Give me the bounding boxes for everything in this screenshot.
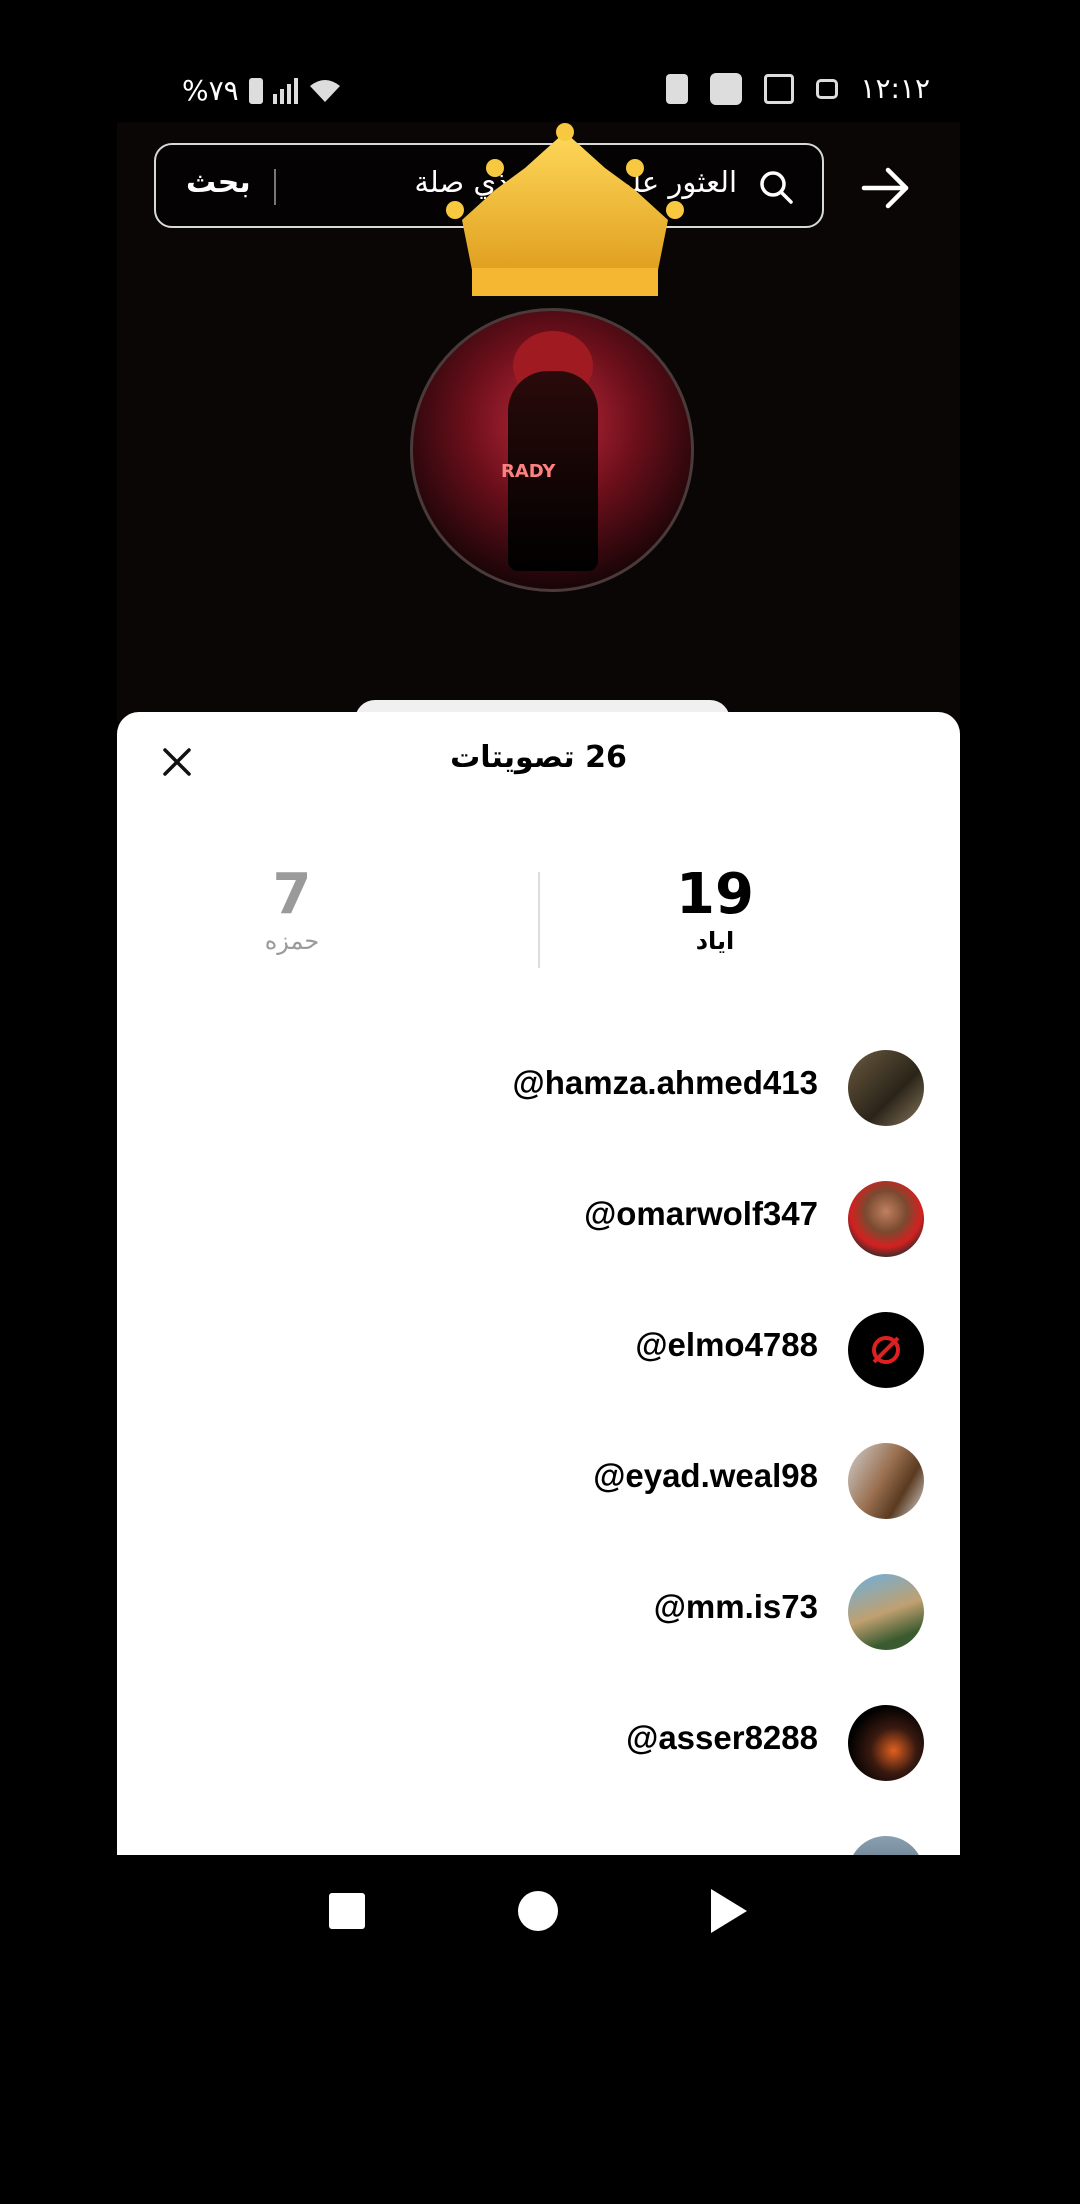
list-item[interactable]: @mm.is73 <box>117 1566 960 1656</box>
voter-handle: @elmo4788 <box>635 1326 818 1363</box>
avatar-logo-icon <box>872 1336 900 1364</box>
tally-count: 19 <box>676 862 754 927</box>
alarm-icon <box>816 78 839 99</box>
profile-avatar[interactable]: RADY <box>410 308 694 592</box>
voter-handle: @omarwolf347 <box>584 1195 818 1232</box>
list-item[interactable]: @asser8288 <box>117 1697 960 1787</box>
signal-icon <box>272 77 298 104</box>
list-item[interactable]: @omarwolf347 <box>117 1173 960 1263</box>
wifi-icon <box>309 79 340 102</box>
recents-icon[interactable] <box>329 1893 365 1929</box>
search-icon <box>760 171 793 204</box>
status-bar: %٧٩ ١٢:١٢ <box>117 62 960 122</box>
voter-handle: @mm.is73 <box>653 1588 818 1625</box>
tally-option-2[interactable]: 7 حمزه <box>142 862 442 955</box>
tally-name: اياد <box>695 927 735 955</box>
avatar <box>848 1574 924 1650</box>
search-button[interactable]: بحث <box>186 165 251 200</box>
avatar <box>848 1705 924 1781</box>
search-divider <box>274 169 276 205</box>
avatar <box>848 1050 924 1126</box>
status-left: %٧٩ <box>182 74 342 107</box>
list-item[interactable]: @hamza.ahmed413 <box>117 1042 960 1132</box>
sim-icon <box>666 73 689 104</box>
tally-count: 7 <box>272 862 312 927</box>
status-right: ١٢:١٢ <box>666 72 930 105</box>
back-icon[interactable] <box>711 1889 747 1933</box>
copy-icon <box>764 73 795 104</box>
battery-icon <box>248 77 263 104</box>
voter-handle: @hamza.ahmed413 <box>512 1064 818 1101</box>
avatar-text: RADY <box>501 461 556 482</box>
avatar <box>848 1443 924 1519</box>
tally-divider <box>538 872 540 968</box>
voter-handle: @eyad.weal98 <box>593 1457 818 1494</box>
crown-icon <box>446 123 684 296</box>
tally-name: حمزه <box>264 927 320 955</box>
voter-handle: @asser8288 <box>626 1719 818 1756</box>
tally-option-1[interactable]: 19 اياد <box>565 862 865 955</box>
sheet-title: 26 تصويتات <box>450 740 627 775</box>
list-item[interactable]: @eyad.weal98 <box>117 1435 960 1525</box>
notification-icon <box>710 72 743 105</box>
votes-sheet: 26 تصويتات 19 اياد 7 حمزه @hamza.ahmed41… <box>117 712 960 1855</box>
avatar <box>848 1312 924 1388</box>
list-item[interactable] <box>117 1828 960 1855</box>
list-item[interactable]: @elmo4788 <box>117 1304 960 1394</box>
clock-time: ١٢:١٢ <box>860 72 930 105</box>
navigation-bar <box>117 1855 960 1970</box>
avatar <box>848 1836 924 1855</box>
arrow-forward-icon[interactable] <box>858 160 914 216</box>
battery-percent: %٧٩ <box>182 74 239 107</box>
home-icon[interactable] <box>518 1891 558 1931</box>
avatar <box>848 1181 924 1257</box>
